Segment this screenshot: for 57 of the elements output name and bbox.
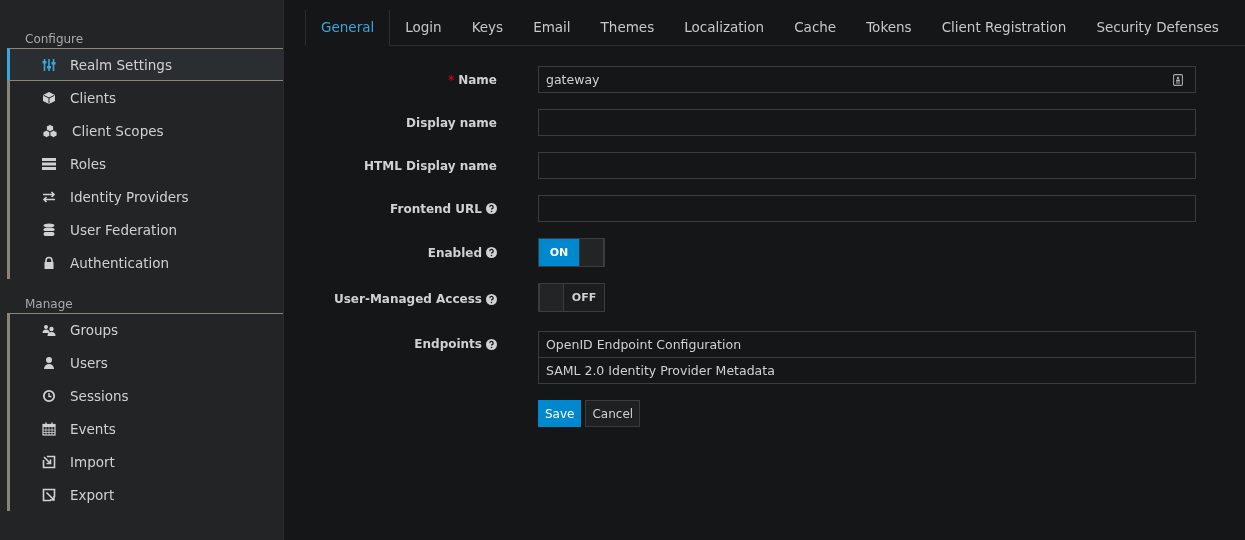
field-label: Display name — [406, 115, 497, 130]
tab[interactable]: General — [305, 10, 391, 46]
import-icon — [42, 454, 56, 469]
server-icon — [42, 156, 56, 171]
exchange-icon — [42, 189, 56, 204]
contact-card-icon — [1173, 73, 1183, 86]
tab[interactable]: Tokens — [851, 10, 927, 45]
sidebar-item[interactable]: Groups — [7, 313, 283, 346]
sidebar-item[interactable]: Realm Settings — [7, 48, 283, 81]
text-field[interactable] — [538, 109, 1196, 136]
calendar-icon — [42, 421, 56, 436]
tab[interactable]: Client Registration — [926, 10, 1082, 45]
toggle-switch[interactable]: ON — [538, 238, 605, 267]
sidebar-item[interactable]: Roles — [7, 147, 283, 180]
sidebar-item[interactable]: Clients — [7, 81, 283, 114]
field-label: Name — [458, 72, 497, 87]
sidebar-item[interactable]: Sessions — [7, 379, 283, 412]
field-label: HTML Display name — [364, 158, 497, 173]
field-label: Frontend URL — [390, 201, 482, 216]
sidebar-item[interactable]: Identity Providers — [7, 180, 283, 213]
cube-icon — [42, 90, 56, 105]
export-icon — [42, 487, 56, 502]
user-icon — [42, 355, 56, 370]
text-field[interactable]: gateway — [538, 66, 1196, 93]
lock-icon — [42, 255, 56, 270]
text-field[interactable] — [538, 195, 1196, 222]
clock-icon — [42, 388, 56, 403]
sidebar-item[interactable]: Import — [7, 445, 283, 478]
sidebar-item[interactable]: Users — [7, 346, 283, 379]
tab[interactable]: Email — [518, 10, 586, 45]
database-icon — [42, 222, 56, 237]
tab[interactable]: Cache — [779, 10, 852, 45]
text-field[interactable] — [538, 152, 1196, 179]
toggle-switch[interactable]: OFF — [538, 283, 605, 312]
section-heading: Configure — [24, 31, 85, 48]
sidebar-item[interactable]: Events — [7, 412, 283, 445]
cancel-button[interactable]: Cancel — [585, 400, 641, 427]
save-button[interactable]: Save — [538, 400, 582, 427]
field-label: Enabled — [427, 245, 482, 260]
sidebar-item[interactable]: Export — [7, 478, 283, 511]
tab[interactable]: Localization — [669, 10, 780, 45]
sidebar-item[interactable]: User Federation — [7, 213, 283, 246]
tab[interactable]: Keys — [456, 10, 519, 45]
field-label: User-Managed Access — [333, 292, 482, 306]
required-asterisk: * — [447, 72, 455, 87]
users-icon — [42, 323, 56, 337]
sliders-icon — [42, 57, 56, 72]
sidebar-item[interactable]: Authentication — [7, 246, 283, 279]
tab[interactable]: Security Defenses — [1081, 10, 1234, 45]
tab[interactable]: Themes — [585, 10, 670, 45]
field-label: Endpoints — [414, 337, 482, 351]
endpoint-link[interactable]: SAML 2.0 Identity Provider Metadata — [538, 358, 1196, 384]
section-heading: Manage — [24, 296, 74, 313]
tab[interactable]: Login — [390, 10, 457, 45]
endpoint-link[interactable]: OpenID Endpoint Configuration — [538, 331, 1196, 358]
cubes-icon — [42, 123, 58, 138]
sidebar-item[interactable]: Client Scopes — [7, 114, 283, 147]
